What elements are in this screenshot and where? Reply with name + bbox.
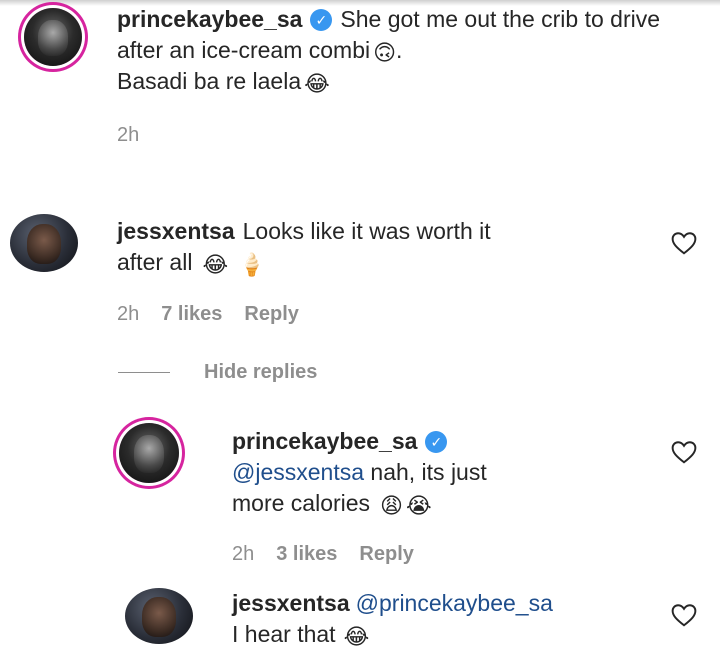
reply-text: jessxentsa @princekaybee_sa I hear that 😂 — [232, 588, 662, 650]
crying-face-emoji: 😭 — [405, 493, 432, 518]
tears-of-joy-emoji: 😂 — [304, 71, 330, 96]
likes-count[interactable]: 7 likes — [161, 303, 222, 325]
reply-meta: 2h 3 likes Reply — [232, 543, 436, 566]
weary-face-emoji: 😩 — [380, 493, 403, 518]
tears-of-joy-emoji: 😂 — [202, 252, 229, 277]
ice-cream-emoji: 🍦 — [238, 252, 266, 277]
reply-body-line2: more calories — [232, 490, 371, 516]
heart-outline-icon[interactable] — [671, 440, 697, 464]
divider-line — [118, 371, 170, 373]
likes-count[interactable]: 3 likes — [276, 543, 337, 565]
reply-body: nah, its just — [370, 459, 487, 485]
comment-text: princekaybee_sa ✓ She got me out the crib … — [117, 4, 707, 97]
reply-button[interactable]: Reply — [359, 543, 413, 565]
reply-username[interactable]: princekaybee_sa — [232, 428, 417, 454]
reply-mention[interactable]: @princekaybee_sa — [356, 590, 553, 616]
avatar[interactable] — [24, 8, 82, 66]
verified-badge-icon: ✓ — [425, 431, 448, 453]
avatar[interactable] — [125, 588, 193, 644]
heart-outline-icon[interactable] — [671, 231, 697, 255]
comment-time: 2h — [117, 124, 140, 146]
comment-username[interactable]: jessxentsa — [117, 218, 235, 244]
reply-body-line2: I hear that — [232, 621, 336, 647]
comment-body-line2: after all — [117, 249, 193, 275]
avatar[interactable] — [10, 214, 78, 272]
heart-outline-icon[interactable] — [671, 603, 697, 627]
reply-button[interactable]: Reply — [244, 303, 298, 325]
comment-meta: 2h 7 likes Reply — [117, 303, 321, 326]
upside-down-face-emoji: 🙃 — [373, 40, 397, 65]
reply-username[interactable]: jessxentsa — [232, 590, 350, 616]
comment-body: Looks like it was worth it — [242, 218, 491, 244]
comment-text: jessxentsa Looks like it was worth it aft… — [117, 216, 637, 278]
reply-mention[interactable]: @jessxentsa — [232, 459, 364, 485]
reply-time: 2h — [232, 543, 255, 565]
tears-of-joy-emoji: 😂 — [343, 624, 370, 649]
comment-body-line2: Basadi ba re laela — [117, 68, 302, 94]
reply-text: princekaybee_sa ✓ @jessxentsa nah, its ju… — [232, 426, 652, 519]
avatar[interactable] — [119, 423, 179, 483]
hide-replies-label[interactable]: Hide replies — [204, 361, 317, 384]
comment-username[interactable]: princekaybee_sa — [117, 6, 302, 32]
comment-body-end: . — [396, 37, 403, 63]
verified-badge-icon: ✓ — [310, 9, 333, 31]
hide-replies-toggle[interactable]: Hide replies — [118, 358, 317, 386]
comment-meta: 2h — [117, 124, 161, 147]
comment-time: 2h — [117, 303, 140, 325]
